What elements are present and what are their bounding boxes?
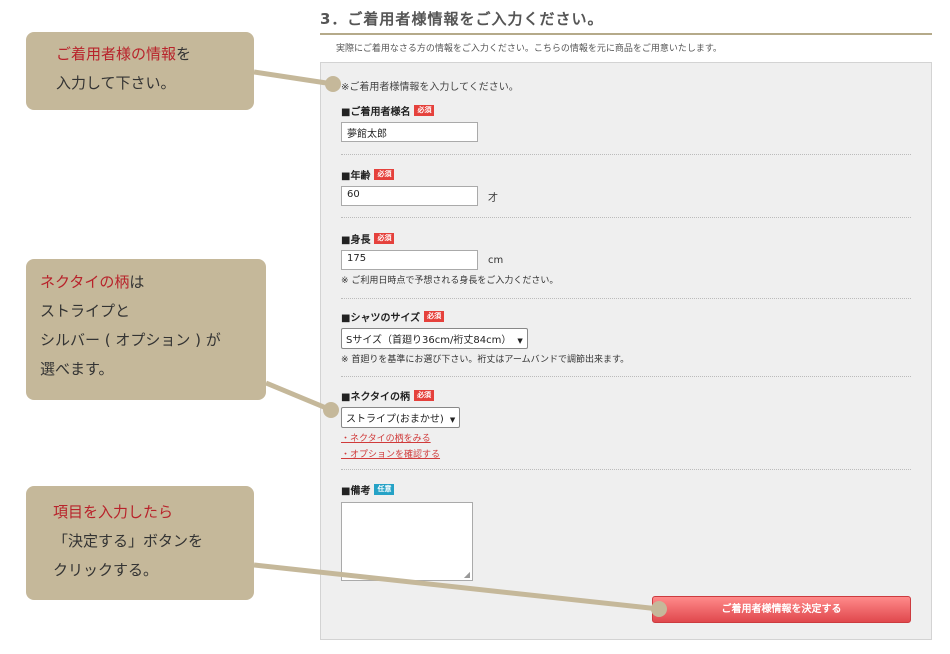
age-label: ■年齢 必須 [341,167,911,182]
callout-text: 選べます。 [40,360,114,378]
callout-click-submit: 項目を入力したら 「決定する」ボタンを クリックする。 [26,486,254,600]
submit-wearer-info-button[interactable]: ご着用者様情報を決定する [652,596,911,623]
age-input[interactable]: 60 [341,186,478,206]
remarks-field-group: ■備考 任意 ◢ [341,482,911,581]
callout-line: 「決定する」ボタンを [53,527,254,556]
remarks-label-text: ■備考 [341,485,371,497]
name-label: ■ご着用者様名 必須 [341,103,911,118]
divider [341,376,911,377]
wearer-info-form: ※ご着用者様情報を入力してください。 ■ご着用者様名 必須 夢館太郎 ■年齢 必… [320,62,932,640]
height-note: ※ ご利用日時点で予想される身長をご入力ください。 [341,276,559,286]
chevron-down-icon: ▼ [449,416,456,424]
required-badge: 必須 [374,232,395,244]
required-badge: 必須 [414,389,435,401]
callout-text: 「決定する」ボタンを [53,532,204,550]
form-intro: ※ご着用者様情報を入力してください。 [341,82,519,93]
callout-enter-wearer-info: ご着用者様の情報を 入力して下さい。 [26,32,254,110]
callout-text: は [129,273,145,291]
age-label-text: ■年齢 [341,170,371,182]
callout-text: を [176,45,192,63]
callout-line: ご着用者様の情報を [56,40,254,69]
callout-text: 入力して下さい。 [56,74,176,92]
age-unit: 才 [488,192,498,204]
shirt-size-label-text: ■シャツのサイズ [341,312,421,324]
divider [341,154,911,155]
callout-highlight: ご着用者様の情報 [56,45,177,63]
callout-line: ストライプと [40,297,266,326]
shirt-size-label: ■シャツのサイズ 必須 [341,309,911,324]
tie-pattern-select[interactable]: ストライプ(おまかせ) ▼ [341,407,461,428]
shirt-size-selected: Sサイズ（首廻り36cm/裄丈84cm） [346,335,512,346]
callout-text: シルバー ( オプション ) が [40,331,221,349]
chevron-down-icon: ▼ [517,337,523,345]
callout-line: シルバー ( オプション ) が [40,326,266,355]
tie-pattern-label: ■ネクタイの柄 必須 [341,388,911,403]
age-row: 60 才 [341,186,911,206]
callout-tie-pattern: ネクタイの柄は ストライプと シルバー ( オプション ) が 選べます。 [26,259,266,400]
age-field-group: ■年齢 必須 60 才 [341,167,911,206]
required-badge: 必須 [414,104,435,116]
section-title: 3．ご着用者様情報をご入力ください。 [320,10,604,28]
view-options-link[interactable]: ・オプションを確認する [341,447,911,460]
callout-line: 入力して下さい。 [56,69,254,98]
optional-badge: 任意 [374,483,395,495]
height-unit: cm [488,254,504,266]
name-field-group: ■ご着用者様名 必須 夢館太郎 [341,103,911,142]
shirt-size-field-group: ■シャツのサイズ 必須 Sサイズ（首廻り36cm/裄丈84cm） ▼ ※ 首廻りを… [341,309,911,365]
remarks-label: ■備考 任意 [341,482,911,497]
callout-highlight: 項目を入力したら [53,503,174,521]
view-tie-patterns-link[interactable]: ・ネクタイの柄をみる [341,431,911,444]
tie-pattern-field-group: ■ネクタイの柄 必須 ストライプ(おまかせ) ▼ ・ネクタイの柄をみる ・オプショ… [341,388,911,460]
callout-text: クリックする。 [53,561,159,579]
height-label-text: ■身長 [341,234,371,246]
title-divider [320,33,932,35]
tie-pattern-label-text: ■ネクタイの柄 [341,391,411,403]
callout-line: 選べます。 [40,355,266,384]
callout-text: ストライプと [40,302,131,320]
resize-grip-icon[interactable]: ◢ [464,570,470,579]
section-subtitle: 実際にご着用なさる方の情報をご入力ください。こちらの情報を元に商品をご用意いたし… [336,44,722,54]
divider [341,469,911,470]
height-field-group: ■身長 必須 175 cm ※ ご利用日時点で予想される身長をご入力ください。 [341,231,911,286]
callout-line: ネクタイの柄は [40,268,266,297]
remarks-textarea[interactable]: ◢ [341,502,473,581]
height-input[interactable]: 175 [341,250,478,270]
divider [341,298,911,299]
height-label: ■身長 必須 [341,231,911,246]
callout-line: 項目を入力したら [53,498,254,527]
callout-line: クリックする。 [53,556,254,585]
required-badge: 必須 [424,310,445,322]
name-input[interactable]: 夢館太郎 [341,122,478,142]
name-label-text: ■ご着用者様名 [341,106,411,118]
callout-highlight: ネクタイの柄 [40,273,130,291]
divider [341,217,911,218]
shirt-size-select[interactable]: Sサイズ（首廻り36cm/裄丈84cm） ▼ [341,328,528,349]
shirt-size-note: ※ 首廻りを基準にお選び下さい。裄丈はアームバンドで調節出来ます。 [341,355,630,365]
tie-pattern-selected: ストライプ(おまかせ) [346,414,444,425]
required-badge: 必須 [374,168,395,180]
height-row: 175 cm [341,250,911,270]
